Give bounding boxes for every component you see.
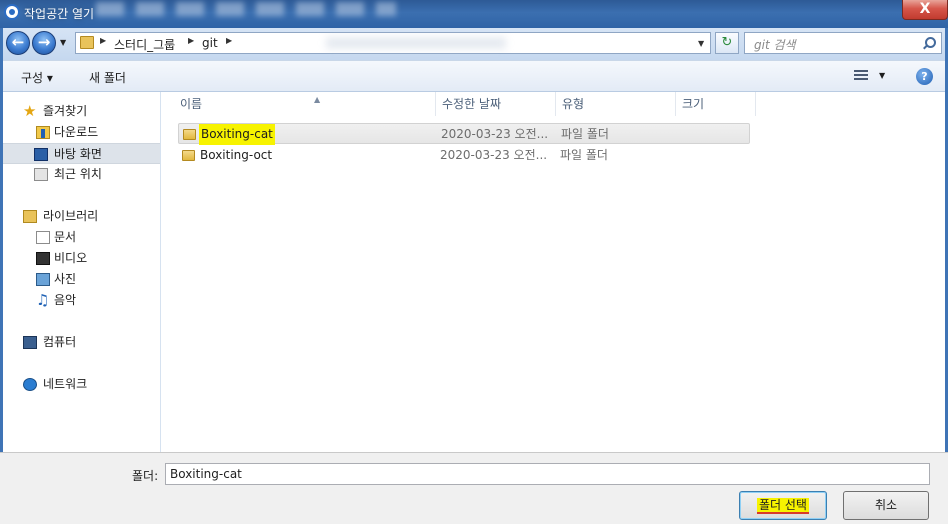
column-header-type[interactable]: 유형	[556, 92, 676, 116]
music-icon: ♫	[36, 291, 50, 309]
nav-label: 다운로드	[54, 125, 99, 139]
folder-icon	[80, 36, 94, 49]
folder-label: 폴더:	[132, 469, 159, 483]
address-toolbar: ← → ▼ ▶ 스터디_그룹 ▶ git ▶ ▼ ↻ git 검색	[0, 28, 948, 60]
nav-label: 네트워크	[43, 377, 88, 391]
app-icon	[4, 4, 20, 20]
address-bar[interactable]: ▶ 스터디_그룹 ▶ git ▶ ▼	[75, 32, 711, 54]
nav-item-documents[interactable]: 문서	[3, 227, 160, 248]
search-icon[interactable]	[925, 37, 936, 48]
download-folder-icon	[36, 126, 50, 139]
computer-icon	[23, 336, 37, 349]
navigation-pane: ★ 즐겨찾기 다운로드 바탕 화면 최근 위치 라이브러리 문서 비디오 사진 …	[3, 92, 161, 452]
nav-item-videos[interactable]: 비디오	[3, 248, 160, 269]
chevron-down-icon[interactable]: ▼	[879, 71, 885, 80]
nav-item-recent[interactable]: 최근 위치	[3, 164, 160, 185]
breadcrumb-git[interactable]: git	[202, 36, 218, 50]
folder-name-field[interactable]	[165, 463, 930, 485]
forward-button[interactable]: →	[32, 31, 56, 55]
desktop-icon	[34, 148, 48, 161]
file-type: 파일 폴더	[560, 148, 608, 162]
search-placeholder: git 검색	[754, 38, 796, 52]
back-button[interactable]: ←	[6, 31, 30, 55]
video-icon	[36, 252, 50, 265]
nav-item-music[interactable]: ♫ 음악	[3, 290, 160, 311]
nav-label: 문서	[54, 230, 77, 244]
nav-label: 사진	[54, 272, 77, 286]
folder-icon	[183, 129, 196, 140]
chevron-right-icon[interactable]: ▶	[100, 36, 106, 45]
nav-item-desktop[interactable]: 바탕 화면	[3, 143, 160, 164]
file-name: Boxiting-cat	[199, 124, 275, 145]
file-type: 파일 폴더	[561, 127, 609, 141]
picture-icon	[36, 273, 50, 286]
chevron-right-icon[interactable]: ▶	[226, 36, 232, 45]
chevron-down-icon[interactable]: ▼	[698, 39, 704, 48]
chevron-right-icon[interactable]: ▶	[188, 36, 194, 45]
nav-label: 바탕 화면	[54, 147, 102, 161]
star-icon: ★	[23, 102, 37, 120]
nav-label: 라이브러리	[43, 209, 99, 223]
cancel-button[interactable]: 취소	[843, 491, 929, 520]
file-row[interactable]: Boxiting-oct 2020-03-23 오전... 파일 폴더	[178, 145, 750, 166]
nav-favorites[interactable]: ★ 즐겨찾기	[3, 101, 160, 122]
refresh-button[interactable]: ↻	[715, 32, 739, 54]
main-area: ★ 즐겨찾기 다운로드 바탕 화면 최근 위치 라이브러리 문서 비디오 사진 …	[3, 92, 945, 452]
nav-libraries[interactable]: 라이브러리	[3, 206, 160, 227]
column-header-date[interactable]: 수정한 날짜	[436, 92, 556, 116]
nav-item-downloads[interactable]: 다운로드	[3, 122, 160, 143]
file-name: Boxiting-oct	[200, 148, 273, 162]
new-folder-button[interactable]: 새 폴더	[89, 69, 126, 86]
sort-ascending-icon: ▲	[314, 95, 321, 104]
window-title: 작업공간 열기	[24, 7, 95, 21]
nav-label: 즐겨찾기	[43, 104, 88, 118]
folder-icon	[182, 150, 195, 161]
blurred-background	[96, 2, 396, 16]
column-label: 이름	[180, 97, 203, 111]
select-folder-label: 폴더 선택	[757, 498, 809, 514]
breadcrumb-study-group[interactable]: 스터디_그룹	[114, 36, 175, 53]
file-list: 이름 ▲ 수정한 날짜 유형 크기 Boxiting-cat 2020-03-2…	[162, 92, 945, 452]
column-header-size[interactable]: 크기	[676, 92, 756, 116]
column-headers: 이름 ▲ 수정한 날짜 유형 크기	[162, 92, 945, 116]
organize-button[interactable]: 구성 ▾	[21, 69, 53, 86]
nav-label: 최근 위치	[54, 167, 102, 181]
dialog-footer: 폴더: 폴더 선택 취소	[0, 452, 948, 524]
file-date: 2020-03-23 오전...	[440, 148, 548, 162]
library-icon	[23, 210, 37, 223]
network-icon	[23, 378, 37, 391]
nav-label: 컴퓨터	[43, 335, 77, 349]
nav-network[interactable]: 네트워크	[3, 374, 160, 395]
history-dropdown-icon[interactable]: ▼	[60, 38, 70, 48]
nav-computer[interactable]: 컴퓨터	[3, 332, 160, 353]
search-input[interactable]: git 검색	[744, 32, 942, 54]
select-folder-button[interactable]: 폴더 선택	[739, 491, 827, 520]
column-header-name[interactable]: 이름 ▲	[174, 92, 436, 116]
recent-places-icon	[34, 168, 48, 181]
file-row[interactable]: Boxiting-cat 2020-03-23 오전... 파일 폴더	[178, 123, 750, 145]
nav-item-pictures[interactable]: 사진	[3, 269, 160, 290]
file-date: 2020-03-23 오전...	[441, 127, 549, 141]
close-button[interactable]: X	[902, 0, 948, 20]
view-options-icon[interactable]	[854, 70, 868, 81]
document-icon	[36, 231, 50, 244]
help-icon[interactable]: ?	[916, 68, 933, 85]
nav-label: 음악	[54, 293, 77, 307]
blurred-region	[326, 37, 506, 49]
nav-label: 비디오	[54, 251, 88, 265]
command-toolbar: 구성 ▾ 새 폴더 ▼ ?	[3, 60, 945, 92]
title-bar: 작업공간 열기 X	[0, 0, 948, 28]
